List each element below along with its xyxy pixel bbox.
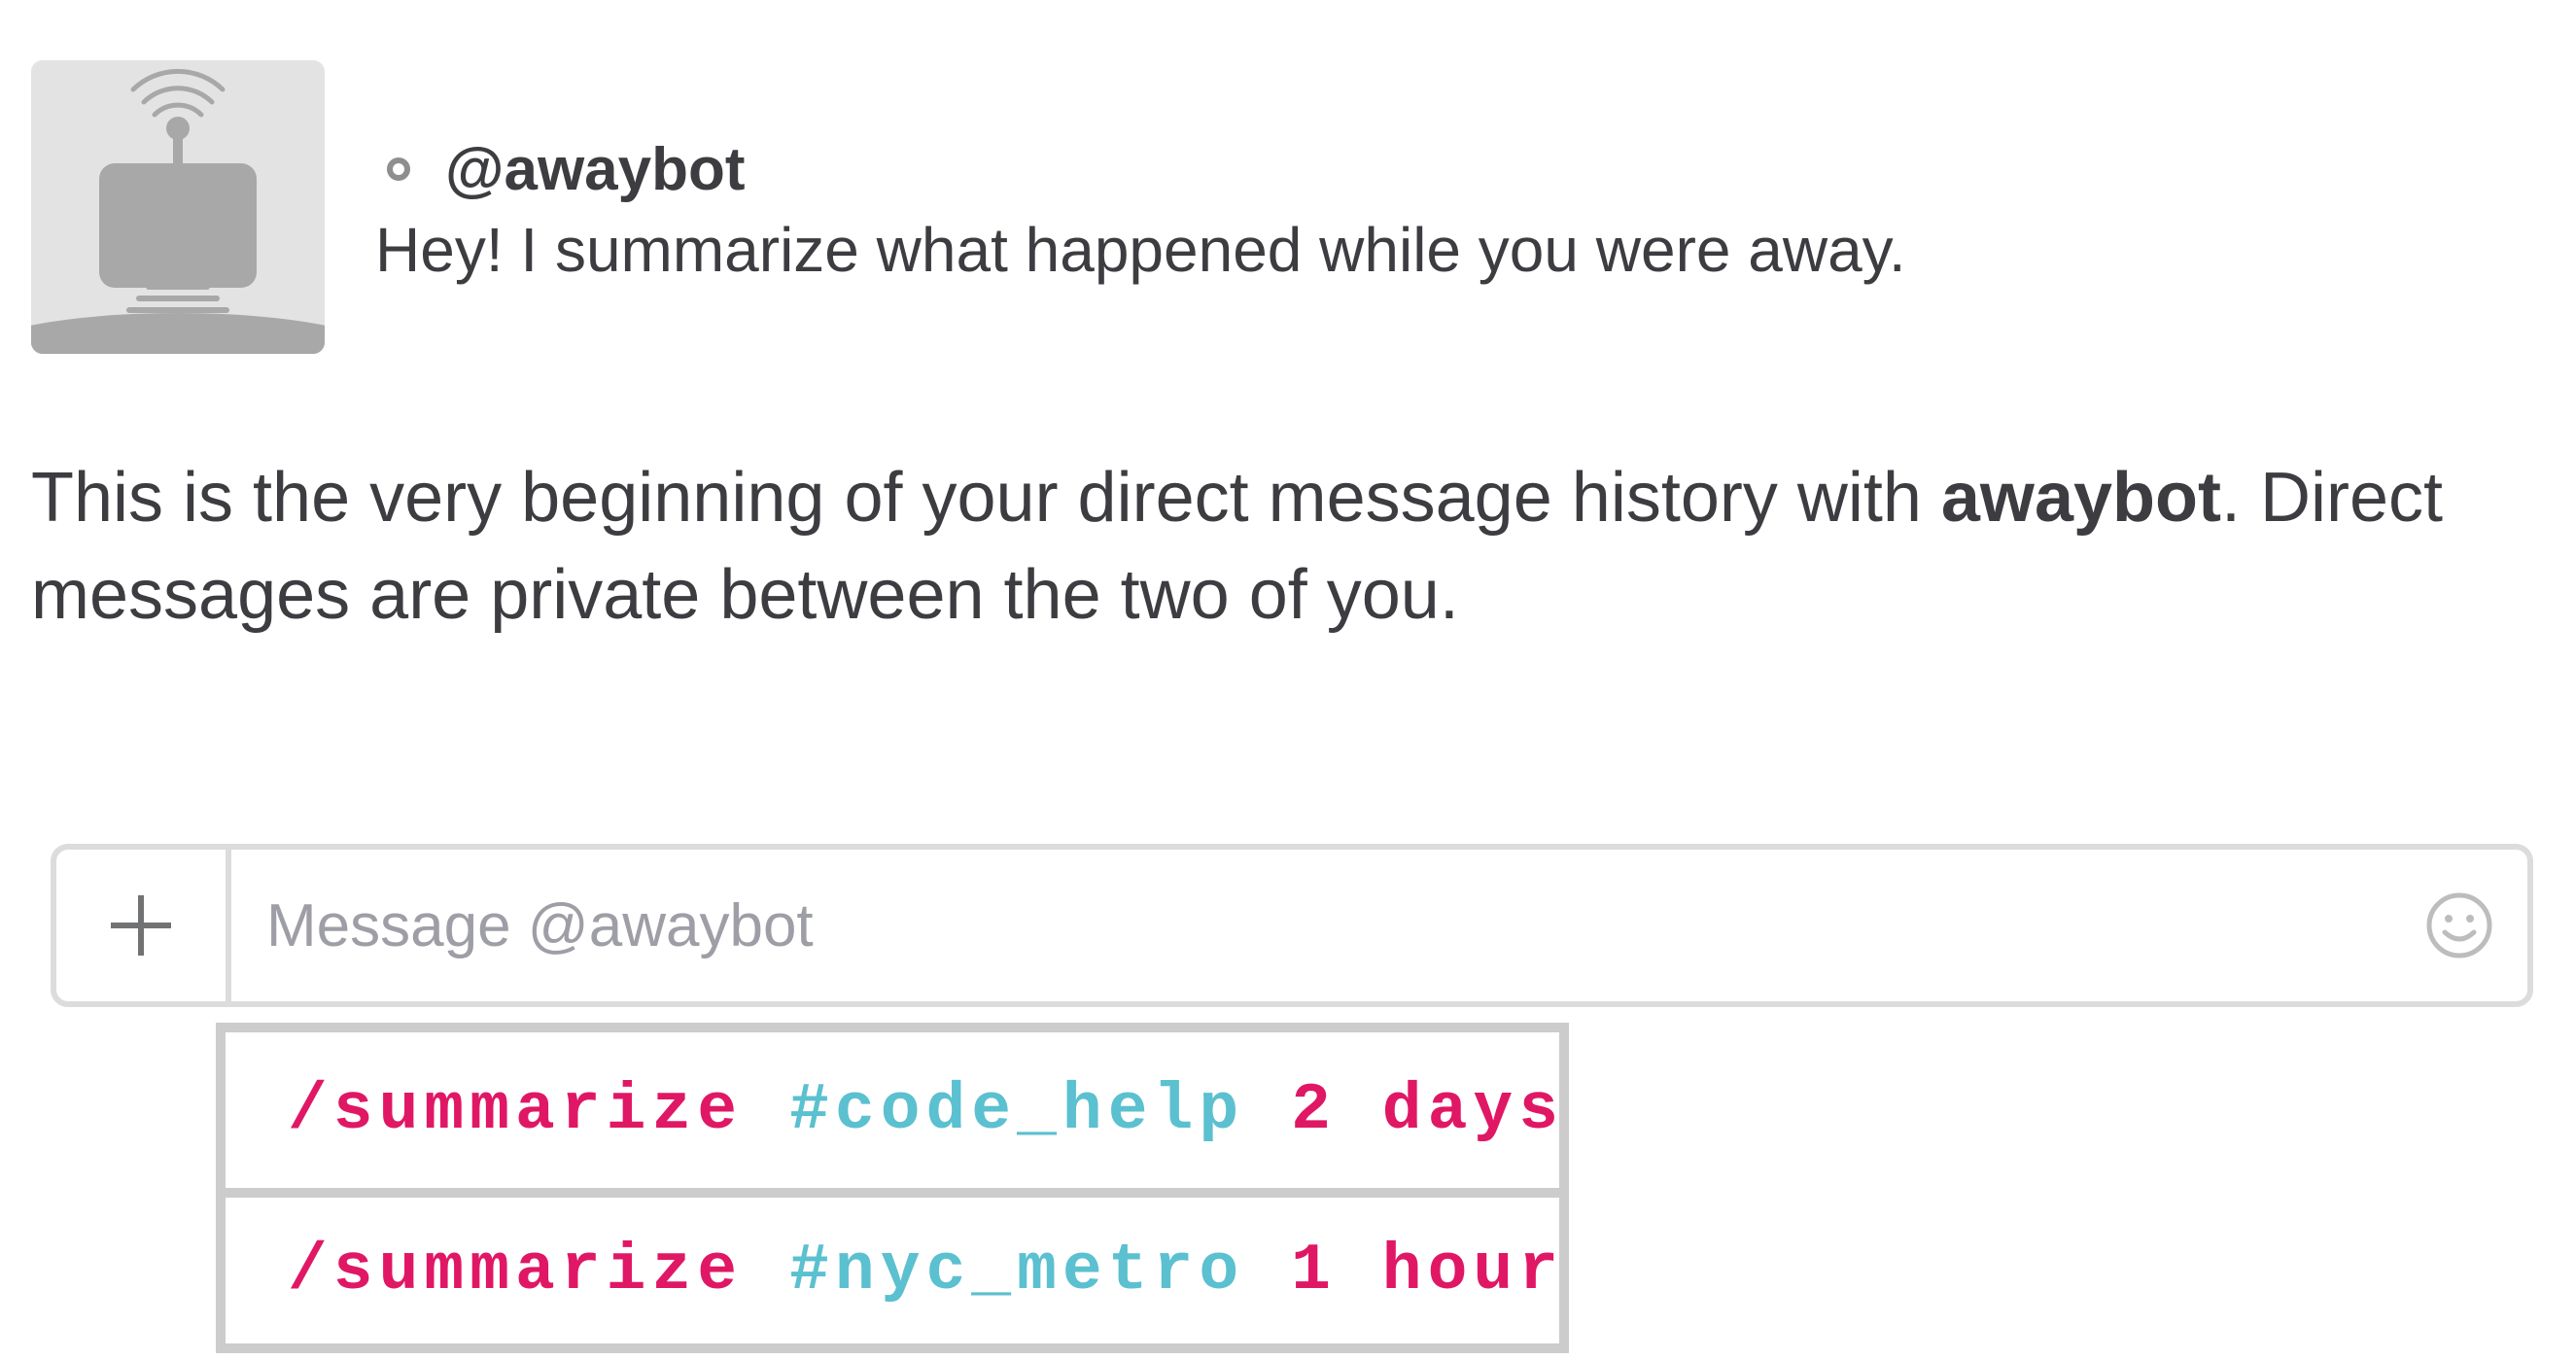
suggestion-command: /summarize [288, 1072, 744, 1148]
message-input[interactable] [231, 850, 2391, 1001]
bot-header: @awaybot [387, 132, 746, 206]
bot-avatar[interactable] [31, 60, 325, 354]
robot-avatar-icon [31, 60, 325, 354]
suggestion-item[interactable]: /summarize #nyc_metro 1 hour [226, 1188, 1559, 1343]
intro-bot-name: awaybot [1940, 459, 2221, 537]
intro-text-start: This is the very beginning of your direc… [31, 459, 1941, 537]
emoji-button[interactable] [2391, 850, 2527, 1001]
suggestion-item[interactable]: /summarize #code_help 2 days [226, 1032, 1559, 1188]
bot-description: Hey! I summarize what happened while you… [375, 215, 1906, 285]
suggestion-duration: 2 days [1291, 1072, 1564, 1148]
suggestion-channel: #nyc_metro [789, 1233, 1245, 1308]
message-composer [51, 844, 2533, 1007]
dm-intro-text: This is the very beginning of your direc… [31, 449, 2539, 644]
add-attachment-button[interactable] [56, 850, 231, 1001]
bot-handle[interactable]: @awaybot [445, 135, 746, 204]
command-suggestions: /summarize #code_help 2 days /summarize … [216, 1023, 1569, 1353]
plus-icon [111, 895, 171, 956]
suggestion-duration: 1 hour [1291, 1233, 1564, 1308]
suggestion-channel: #code_help [789, 1072, 1245, 1148]
suggestion-command: /summarize [288, 1233, 744, 1308]
smiley-icon [2426, 892, 2492, 958]
away-presence-icon [387, 157, 410, 181]
